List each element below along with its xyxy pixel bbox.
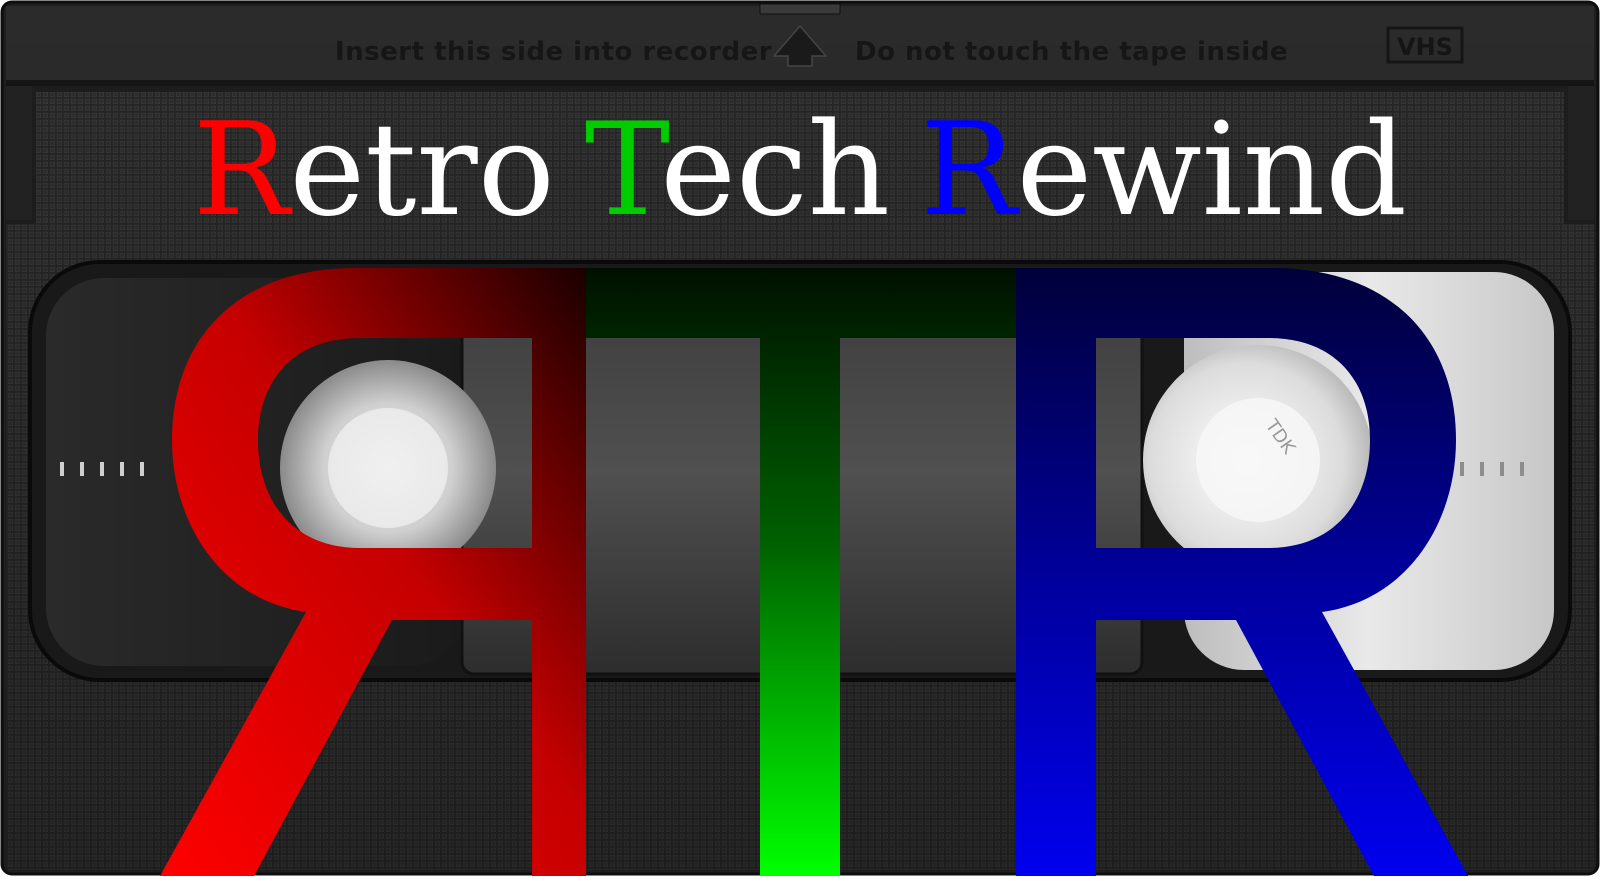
title-line: Retro Tech Rewind — [193, 96, 1407, 245]
title-initial-3: R — [920, 96, 1020, 245]
title-rest-3: ewind — [1016, 96, 1407, 245]
title-rest-1: etro — [289, 96, 554, 245]
vhs-badge-text: VHS — [1397, 33, 1453, 61]
insert-side-label: Insert this side into recorder — [335, 37, 772, 67]
vhs-logo-artwork: Insert this side into recorder Do not to… — [0, 0, 1600, 876]
title-initial-2: T — [585, 96, 670, 245]
logo-canvas: Insert this side into recorder Do not to… — [0, 0, 1600, 876]
tape-warning-label: Do not touch the tape inside — [855, 37, 1288, 67]
title-initial-1: R — [193, 96, 293, 245]
title-rest-2: ech — [660, 96, 890, 245]
